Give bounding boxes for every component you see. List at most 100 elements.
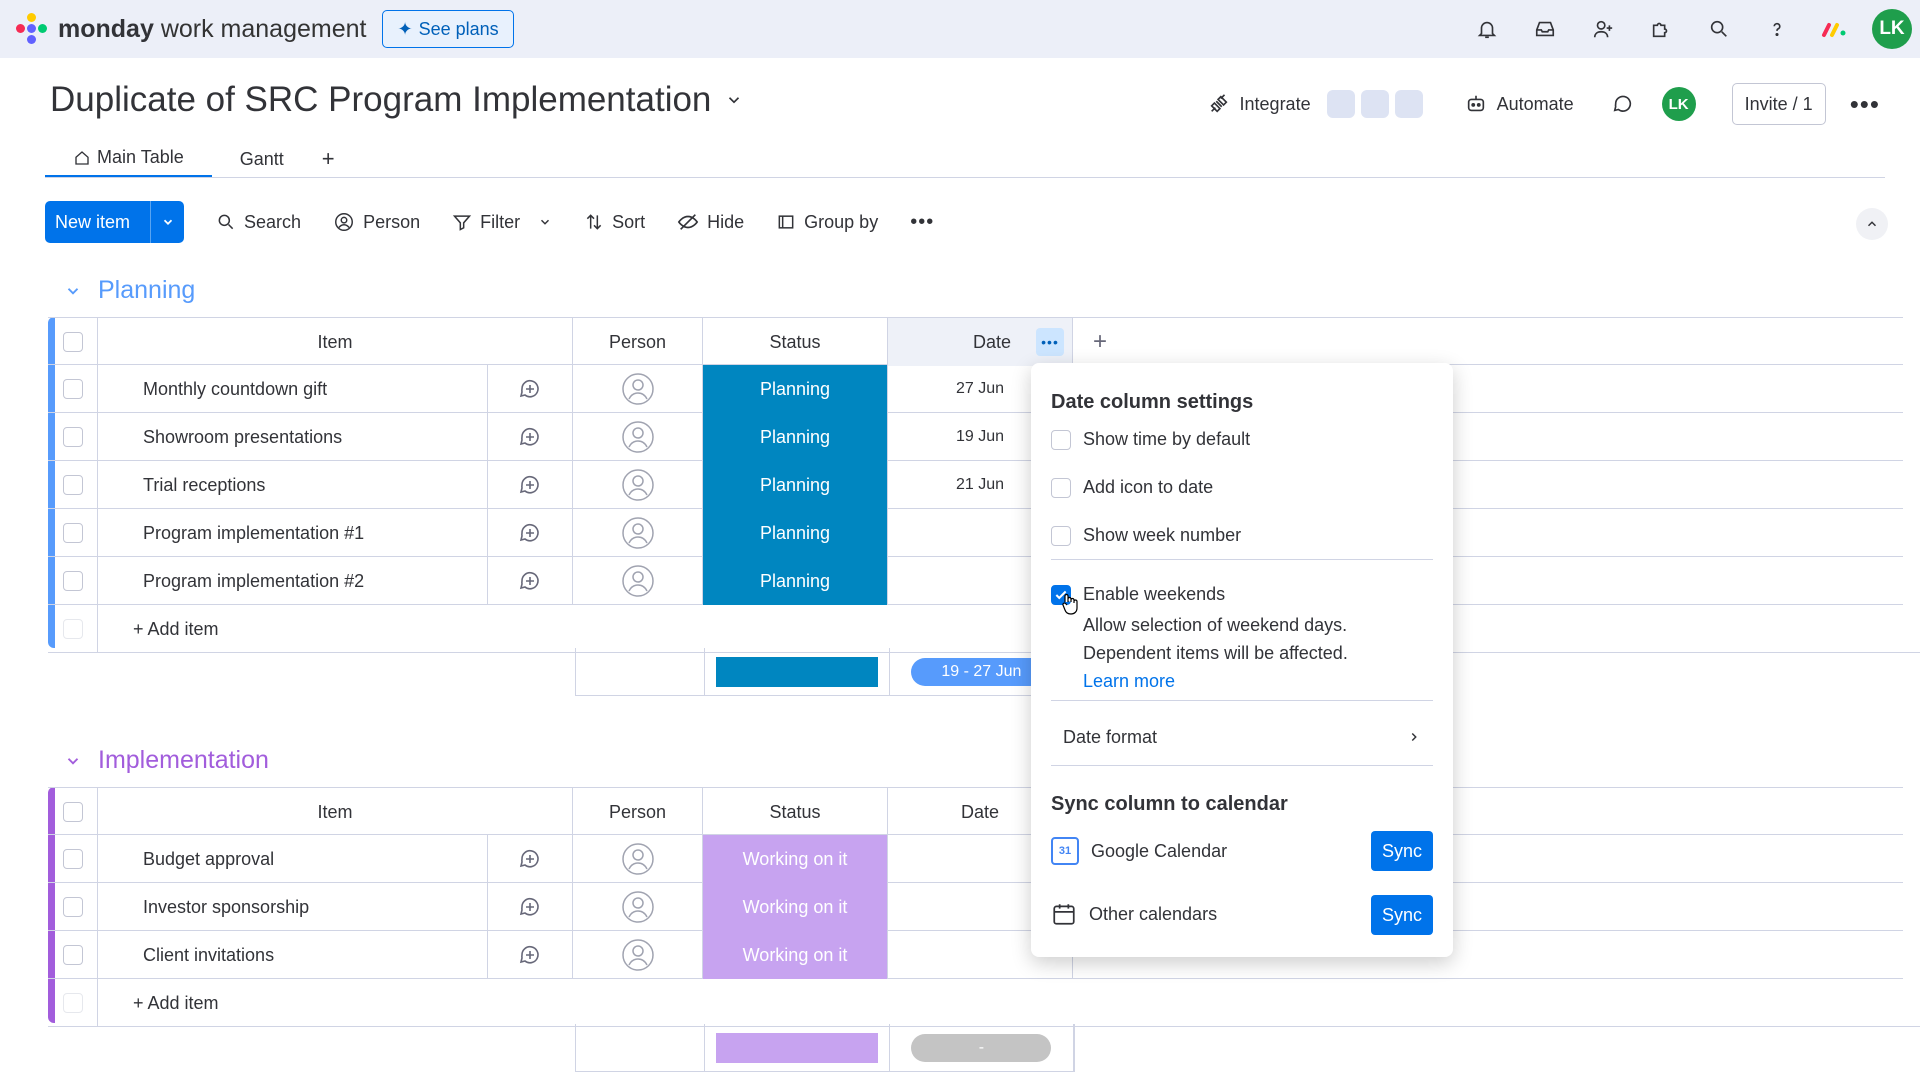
notifications-bell-icon[interactable] [1458, 0, 1516, 58]
product-switcher-icon[interactable] [1806, 0, 1864, 58]
table-row[interactable]: Showroom presentations Planning 19 Jun [48, 413, 1903, 461]
select-all-checkbox[interactable] [48, 318, 98, 366]
invite-members-icon[interactable] [1574, 0, 1632, 58]
status-summary[interactable] [705, 1024, 890, 1072]
add-update-icon[interactable] [488, 557, 573, 605]
column-header-status[interactable]: Status [703, 318, 888, 366]
automate-button[interactable]: Automate [1465, 93, 1574, 115]
item-name-cell[interactable]: Budget approval [98, 835, 488, 883]
row-checkbox[interactable] [48, 883, 98, 931]
table-row[interactable]: Program implementation #2 Planning [48, 557, 1903, 605]
add-item-input[interactable]: + Add item [98, 979, 1920, 1027]
search-icon[interactable] [1690, 0, 1748, 58]
person-cell[interactable] [573, 413, 703, 461]
status-cell[interactable]: Planning [703, 365, 888, 413]
invite-button[interactable]: Invite / 1 [1731, 83, 1826, 125]
item-name-cell[interactable]: Program implementation #1 [98, 509, 488, 557]
show-time-option[interactable]: Show time by default [1051, 429, 1250, 450]
date-column-menu-button[interactable]: ••• [1028, 318, 1072, 366]
add-update-icon[interactable] [488, 365, 573, 413]
user-avatar[interactable]: LK [1864, 0, 1920, 58]
learn-more-link[interactable]: Learn more [1083, 667, 1348, 695]
item-name-cell[interactable]: Showroom presentations [98, 413, 488, 461]
person-cell[interactable] [573, 835, 703, 883]
add-update-icon[interactable] [488, 835, 573, 883]
status-summary[interactable] [705, 648, 890, 696]
board-more-icon[interactable]: ••• [1850, 89, 1880, 120]
tab-gantt[interactable]: Gantt [212, 140, 312, 178]
chevron-down-icon[interactable] [725, 91, 743, 109]
row-checkbox[interactable] [48, 461, 98, 509]
row-checkbox[interactable] [48, 365, 98, 413]
person-cell[interactable] [573, 557, 703, 605]
week-number-checkbox[interactable] [1051, 525, 1071, 546]
apps-puzzle-icon[interactable] [1632, 0, 1690, 58]
integrate-button[interactable]: Integrate [1208, 90, 1423, 118]
date-format-menu-item[interactable]: Date format [1051, 715, 1433, 759]
item-name-cell[interactable]: Trial receptions [98, 461, 488, 509]
help-icon[interactable] [1748, 0, 1806, 58]
column-header-status[interactable]: Status [703, 788, 888, 836]
table-row[interactable]: Monthly countdown gift Planning 27 Jun [48, 365, 1903, 413]
toolbar-more-icon[interactable]: ••• [910, 211, 934, 234]
board-title[interactable]: Duplicate of SRC Program Implementation [50, 80, 743, 120]
group-by-button[interactable]: Group by [776, 212, 878, 233]
person-filter-button[interactable]: Person [333, 211, 420, 233]
add-update-icon[interactable] [488, 509, 573, 557]
row-checkbox[interactable] [48, 557, 98, 605]
chevron-down-icon[interactable] [538, 215, 552, 229]
row-checkbox[interactable] [48, 931, 98, 979]
add-item-input[interactable]: + Add item [98, 605, 1920, 653]
add-item-row[interactable]: + Add item [48, 605, 1920, 653]
person-cell[interactable] [573, 509, 703, 557]
add-icon-checkbox[interactable] [1051, 477, 1071, 498]
select-all-checkbox[interactable] [48, 788, 98, 836]
person-cell[interactable] [573, 883, 703, 931]
table-row[interactable]: Trial receptions Planning 21 Jun [48, 461, 1903, 509]
chevron-down-icon[interactable] [64, 752, 82, 770]
status-cell[interactable]: Working on it [703, 883, 888, 931]
add-item-row[interactable]: + Add item [48, 979, 1920, 1027]
updates-chat-icon[interactable] [1612, 93, 1634, 115]
column-header-person[interactable]: Person [573, 318, 703, 366]
monday-logo[interactable]: monday work management [14, 11, 366, 47]
add-update-icon[interactable] [488, 413, 573, 461]
add-update-icon[interactable] [488, 461, 573, 509]
chevron-down-icon[interactable] [150, 201, 184, 243]
status-cell[interactable]: Working on it [703, 931, 888, 979]
add-column-button[interactable]: + [1073, 318, 1903, 366]
table-row[interactable]: Investor sponsorship Working on it [48, 883, 1903, 931]
status-cell[interactable]: Planning [703, 509, 888, 557]
tab-main-table[interactable]: Main Table [45, 140, 212, 178]
row-checkbox[interactable] [48, 509, 98, 557]
add-update-icon[interactable] [488, 883, 573, 931]
column-header-date[interactable]: Date ••• [888, 318, 1073, 366]
inbox-icon[interactable] [1516, 0, 1574, 58]
column-header-item[interactable]: Item [98, 318, 573, 366]
group-title-implementation[interactable]: Implementation [64, 746, 269, 775]
item-name-cell[interactable]: Program implementation #2 [98, 557, 488, 605]
item-name-cell[interactable]: Client invitations [98, 931, 488, 979]
show-time-checkbox[interactable] [1051, 429, 1071, 450]
hide-button[interactable]: Hide [677, 211, 744, 233]
collapse-header-button[interactable] [1856, 208, 1888, 240]
add-update-icon[interactable] [488, 931, 573, 979]
table-row[interactable]: Client invitations Working on it [48, 931, 1903, 979]
chevron-down-icon[interactable] [64, 282, 82, 300]
date-summary[interactable]: - [890, 1024, 1075, 1072]
person-cell[interactable] [573, 461, 703, 509]
person-cell[interactable] [573, 365, 703, 413]
row-checkbox[interactable] [48, 413, 98, 461]
item-name-cell[interactable]: Monthly countdown gift [98, 365, 488, 413]
table-row[interactable]: Program implementation #1 Planning [48, 509, 1903, 557]
board-member-avatar[interactable]: LK [1661, 87, 1696, 121]
search-button[interactable]: Search [216, 212, 301, 233]
sort-button[interactable]: Sort [584, 212, 645, 233]
add-view-button[interactable]: + [312, 140, 345, 178]
filter-button[interactable]: Filter [452, 212, 552, 233]
group-title-planning[interactable]: Planning [64, 276, 195, 305]
item-name-cell[interactable]: Investor sponsorship [98, 883, 488, 931]
see-plans-button[interactable]: ✦ See plans [382, 10, 514, 48]
google-calendar-sync-button[interactable]: Sync [1371, 831, 1433, 871]
row-checkbox[interactable] [48, 835, 98, 883]
